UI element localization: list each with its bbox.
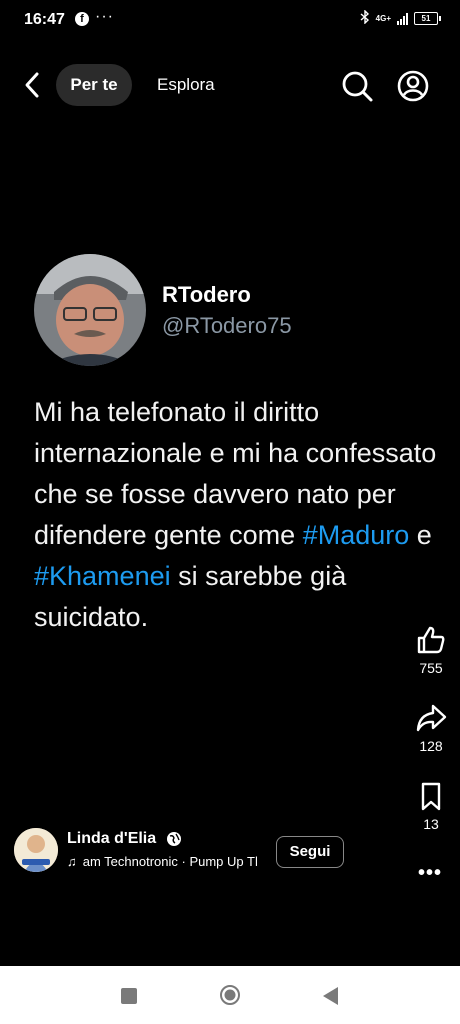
status-time: 16:47	[24, 11, 65, 28]
tweet-text: Mi ha telefonato il diritto internaziona…	[34, 392, 444, 638]
tab-per-te[interactable]: Per te	[56, 64, 132, 106]
battery-icon: 51	[414, 12, 441, 25]
author-avatar[interactable]	[14, 828, 58, 872]
profile-icon[interactable]	[396, 69, 430, 103]
signal-strength-icon	[397, 12, 408, 25]
tweet-author-name: RTodero	[162, 282, 251, 307]
thumbs-up-icon	[417, 626, 445, 654]
facebook-notification-icon: f	[75, 12, 89, 26]
music-track-title: am Technotronic · Pump Up The Jam	[82, 854, 257, 869]
tweet-author-avatar	[34, 254, 146, 366]
back-arrow-icon[interactable]	[18, 68, 48, 102]
share-arrow-icon	[416, 704, 447, 732]
search-icon[interactable]	[340, 69, 374, 103]
network-type: 4G+	[375, 14, 391, 23]
system-back-icon[interactable]	[320, 985, 340, 1007]
more-notifications-indicator: ···	[95, 8, 114, 25]
share-count: 128	[419, 738, 443, 754]
like-button[interactable]: 755	[410, 624, 452, 676]
status-right-cluster: 4G+ 51	[360, 9, 441, 27]
bookmark-icon	[421, 782, 441, 811]
music-track[interactable]: ♫ am Technotronic · Pump Up The Jam	[67, 854, 257, 872]
music-note-icon: ♫	[67, 854, 77, 869]
like-count: 755	[419, 660, 443, 676]
globe-icon	[166, 831, 182, 847]
more-options-button[interactable]: •••	[418, 862, 442, 885]
tweet-author-handle: @RTodero75	[162, 313, 292, 338]
save-button[interactable]: 13	[410, 780, 452, 832]
bluetooth-icon	[360, 9, 370, 27]
author-name[interactable]: Linda d'Elia	[67, 830, 156, 848]
hashtag-maduro[interactable]: #Maduro	[303, 520, 410, 550]
follow-button[interactable]: Segui	[276, 836, 344, 868]
tweet-text-part: e	[409, 520, 432, 550]
save-count: 13	[423, 816, 439, 832]
tab-esplora[interactable]: Esplora	[157, 75, 215, 95]
share-button[interactable]: 128	[410, 702, 452, 754]
hashtag-khamenei[interactable]: #Khamenei	[34, 561, 171, 591]
recent-apps-icon[interactable]	[121, 988, 137, 1004]
home-icon[interactable]	[219, 984, 241, 1006]
